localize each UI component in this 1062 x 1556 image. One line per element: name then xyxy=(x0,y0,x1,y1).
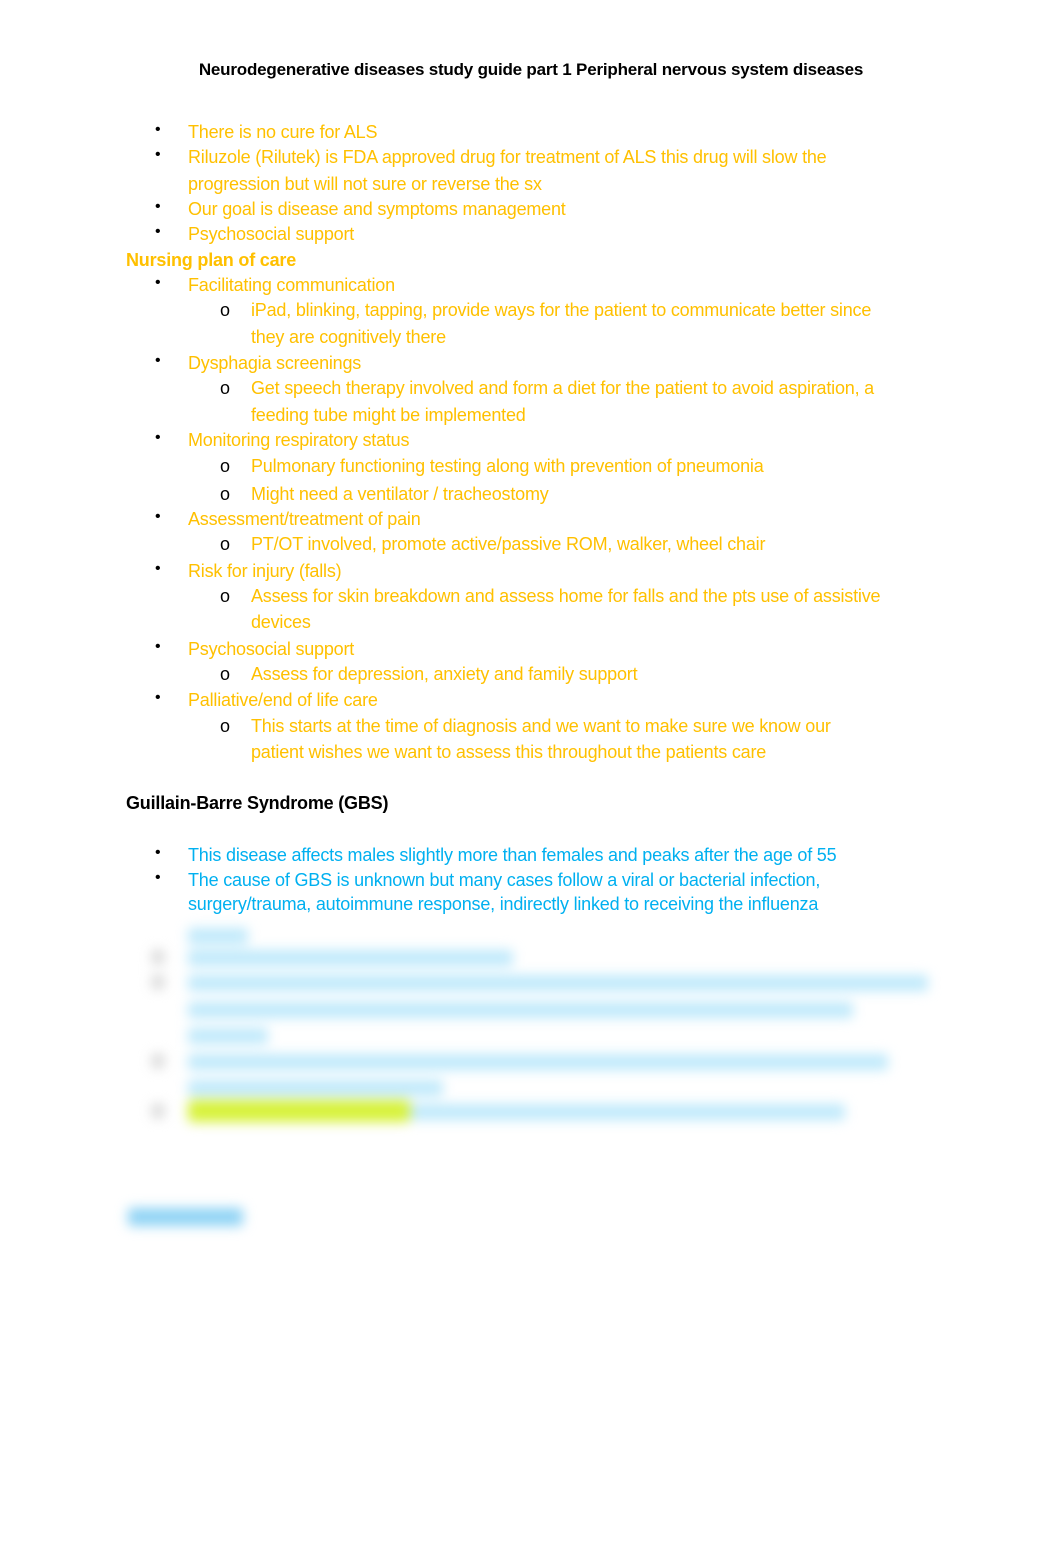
document-page: Neurodegenerative diseases study guide p… xyxy=(0,0,1062,1556)
blurred-content xyxy=(0,0,1062,1556)
